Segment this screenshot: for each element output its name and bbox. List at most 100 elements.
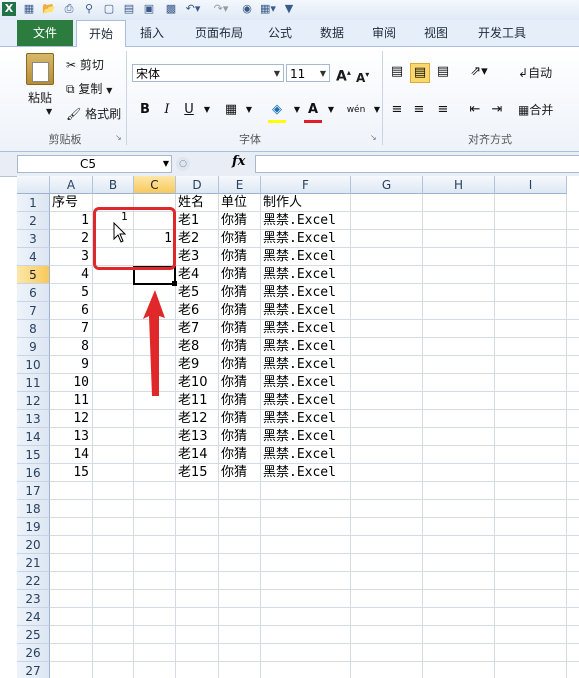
- cell-d3[interactable]: 老2: [178, 230, 199, 248]
- form-icon[interactable]: ▤: [122, 2, 136, 16]
- tab-home[interactable]: 开始: [76, 20, 126, 47]
- open-icon[interactable]: 📂: [42, 2, 56, 16]
- cell-a12[interactable]: 11: [50, 392, 89, 410]
- phonetic-button[interactable]: wén: [343, 101, 369, 119]
- column-header-a[interactable]: A: [50, 176, 93, 194]
- excel-logo-icon[interactable]: X: [2, 2, 16, 16]
- cell-e10[interactable]: 你猜: [221, 356, 247, 374]
- tab-file[interactable]: 文件: [17, 20, 73, 46]
- cell-f11[interactable]: 黑禁.Excel: [263, 374, 336, 392]
- row-header-13[interactable]: 13: [17, 410, 50, 428]
- orientation-icon[interactable]: ⇗▾: [466, 63, 492, 81]
- row-header-1[interactable]: 1: [17, 194, 50, 212]
- cell-d1[interactable]: 姓名: [178, 194, 204, 212]
- clipboard-launcher-icon[interactable]: ↘: [115, 133, 122, 142]
- font-color-button[interactable]: A: [304, 101, 322, 119]
- column-header-g[interactable]: G: [351, 176, 423, 194]
- underline-button[interactable]: U: [180, 101, 198, 119]
- column-header-e[interactable]: E: [219, 176, 261, 194]
- column-header-d[interactable]: D: [176, 176, 219, 194]
- cell-f7[interactable]: 黑禁.Excel: [263, 302, 336, 320]
- font-launcher-icon[interactable]: ↘: [370, 133, 377, 142]
- underline-dropdown-icon[interactable]: ▼: [198, 101, 216, 119]
- cell-d15[interactable]: 老14: [178, 446, 208, 464]
- cell-a8[interactable]: 7: [50, 320, 89, 338]
- row-header-14[interactable]: 14: [17, 428, 50, 446]
- cell-e7[interactable]: 你猜: [221, 302, 247, 320]
- cell-d2[interactable]: 老1: [178, 212, 199, 230]
- tab-insert[interactable]: 插入: [130, 20, 174, 46]
- cell-e4[interactable]: 你猜: [221, 248, 247, 266]
- cell-d10[interactable]: 老9: [178, 356, 199, 374]
- cell-a13[interactable]: 12: [50, 410, 89, 428]
- row-header-21[interactable]: 21: [17, 554, 50, 572]
- cell-d16[interactable]: 老15: [178, 464, 208, 482]
- row-header-6[interactable]: 6: [17, 284, 50, 302]
- cell-a4[interactable]: 3: [50, 248, 89, 266]
- column-header-b[interactable]: B: [93, 176, 134, 194]
- cell-e1[interactable]: 单位: [221, 194, 247, 212]
- row-header-7[interactable]: 7: [17, 302, 50, 320]
- phonetic-dropdown-icon[interactable]: ▼: [368, 101, 386, 119]
- cell-f6[interactable]: 黑禁.Excel: [263, 284, 336, 302]
- row-header-4[interactable]: 4: [17, 248, 50, 266]
- align-left-icon[interactable]: ≡: [388, 101, 406, 119]
- tab-review[interactable]: 审阅: [362, 20, 406, 46]
- cell-d5[interactable]: 老4: [178, 266, 199, 284]
- cell-d9[interactable]: 老8: [178, 338, 199, 356]
- cell-e3[interactable]: 你猜: [221, 230, 247, 248]
- cell-e8[interactable]: 你猜: [221, 320, 247, 338]
- cell-e15[interactable]: 你猜: [221, 446, 247, 464]
- align-right-icon[interactable]: ≡: [434, 101, 452, 119]
- cell-d8[interactable]: 老7: [178, 320, 199, 338]
- cell-d14[interactable]: 老13: [178, 428, 208, 446]
- italic-button[interactable]: I: [158, 101, 176, 119]
- cell-f10[interactable]: 黑禁.Excel: [263, 356, 336, 374]
- cell-a1[interactable]: 序号: [52, 194, 78, 212]
- fill-color-icon[interactable]: ◈: [268, 101, 286, 119]
- column-header-h[interactable]: H: [423, 176, 495, 194]
- cell-f3[interactable]: 黑禁.Excel: [263, 230, 336, 248]
- grow-font-button[interactable]: A▴: [336, 64, 351, 86]
- border-icon[interactable]: ▦: [222, 101, 240, 119]
- row-header-18[interactable]: 18: [17, 500, 50, 518]
- fx-button[interactable]: fx: [232, 154, 245, 169]
- tab-page-layout[interactable]: 页面布局: [184, 20, 254, 46]
- cell-f16[interactable]: 黑禁.Excel: [263, 464, 336, 482]
- align-middle-icon[interactable]: ▤: [410, 63, 430, 83]
- align-bottom-icon[interactable]: ▤: [434, 63, 452, 81]
- decrease-indent-icon[interactable]: ⇤: [466, 101, 484, 119]
- cell-a6[interactable]: 5: [50, 284, 89, 302]
- cell-e16[interactable]: 你猜: [221, 464, 247, 482]
- row-header-15[interactable]: 15: [17, 446, 50, 464]
- cell-e11[interactable]: 你猜: [221, 374, 247, 392]
- cell-f1[interactable]: 制作人: [263, 194, 302, 212]
- bold-button[interactable]: B: [136, 101, 154, 119]
- cell-e5[interactable]: 你猜: [221, 266, 247, 284]
- increase-indent-icon[interactable]: ⇥: [488, 101, 506, 119]
- cell-f2[interactable]: 黑禁.Excel: [263, 212, 336, 230]
- paste-icon[interactable]: [26, 53, 54, 85]
- cell-d4[interactable]: 老3: [178, 248, 199, 266]
- row-header-9[interactable]: 9: [17, 338, 50, 356]
- font-size-select[interactable]: 11 ▼: [286, 64, 330, 82]
- wrap-text-button[interactable]: ↲自动: [518, 64, 552, 82]
- cell-d12[interactable]: 老11: [178, 392, 208, 410]
- fill-handle[interactable]: [172, 281, 177, 286]
- row-header-12[interactable]: 12: [17, 392, 50, 410]
- column-header-f[interactable]: F: [261, 176, 351, 194]
- cell-e9[interactable]: 你猜: [221, 338, 247, 356]
- redo-icon[interactable]: ↷▾: [210, 2, 232, 16]
- format-painter-button[interactable]: 🖌 格式刷: [66, 105, 121, 123]
- cell-f14[interactable]: 黑禁.Excel: [263, 428, 336, 446]
- cell-a3[interactable]: 2: [50, 230, 89, 248]
- name-box[interactable]: C5 ▼: [17, 155, 172, 173]
- cell-f5[interactable]: 黑禁.Excel: [263, 266, 336, 284]
- print-icon[interactable]: ⎙: [62, 2, 76, 16]
- row-header-16[interactable]: 16: [17, 464, 50, 482]
- undo-icon[interactable]: ↶▾: [182, 2, 204, 16]
- select-all-corner[interactable]: [17, 176, 50, 194]
- cell-e14[interactable]: 你猜: [221, 428, 247, 446]
- row-header-23[interactable]: 23: [17, 590, 50, 608]
- column-header-c[interactable]: C: [134, 176, 176, 194]
